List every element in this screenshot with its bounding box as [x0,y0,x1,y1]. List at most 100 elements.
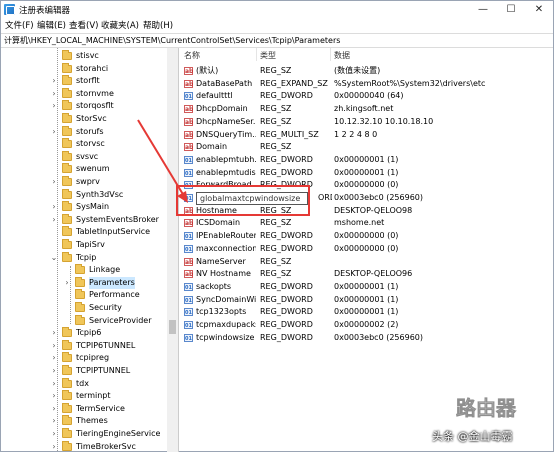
tree-item[interactable]: swenum [1,163,167,175]
tree-item[interactable]: Synth3dVsc [1,188,167,201]
tree-item-label: Synth3dVsc [76,189,124,199]
value-row[interactable]: ab ICSDomain REG_SZ mshome.net [180,217,553,229]
value-row[interactable]: 01 enablepmtubh... REG_DWORD 0x00000001 (1) [180,154,553,166]
value-name: tcp1323opts [196,307,247,317]
binary-value-icon: 01 [184,282,193,291]
value-row[interactable]: ab Domain REG_SZ [180,141,553,153]
value-row[interactable]: 01 tcp1323opts REG_DWORD 0x00000001 (1) [180,306,553,318]
maximize-button[interactable]: ☐ [497,1,525,18]
tree-item[interactable]: › TCPIP6TUNNEL [1,339,167,352]
column-separator[interactable] [330,48,331,61]
tree-item[interactable]: › tcpipreg [1,352,167,364]
tree-item[interactable]: › TimeBrokerSvc [1,440,167,452]
tree-item[interactable]: storvsc [1,138,167,150]
tree-item[interactable]: ServiceProvider [1,314,167,327]
value-row[interactable]: ab DataBasePath REG_EXPAND_SZ %SystemRoot%\… [180,78,553,90]
value-name: IPEnableRouter [196,231,256,241]
tree-item[interactable]: storahci [1,62,167,75]
value-name: NV Hostname [196,269,251,279]
value-name: tcpmaxdupacks [196,320,256,329]
column-separator[interactable] [256,48,257,61]
tree-item[interactable]: Performance [1,289,167,301]
value-row[interactable]: 01enablepmtudis... REG_DWORD 0x00000001 (1… [180,167,553,179]
tree-item[interactable]: › tdx [1,377,167,390]
tree-item[interactable]: › TCPIPTUNNEL [1,365,167,377]
close-button[interactable]: ✕ [525,1,553,18]
value-type: REG_DWORD [260,231,313,241]
value-row[interactable]: ab DNSQueryTim... REG_MULTI_SZ 1 2 2 4 8 0 [180,129,553,141]
column-header-type[interactable]: 类型 [260,50,276,61]
column-header-name[interactable]: 名称 [184,50,200,61]
value-row[interactable]: ab DhcpNameSer... REG_SZ 10.12.32.10 10.10.… [180,116,553,128]
value-row[interactable]: ab (默认) REG_SZ (数值未设置) [180,65,553,77]
tree-item[interactable]: Linkage [1,264,167,276]
tree-item-label: storahci [76,63,109,73]
folder-icon [75,289,85,300]
tree-item[interactable]: › swprv [1,176,167,188]
tree-item[interactable]: › stornvme [1,87,167,100]
value-type: REG_DWORD [260,154,313,164]
value-name: enablepmtubh... [196,154,256,164]
value-row[interactable]: 01maxconnection... REG_DWORD 0x00000000 (0… [180,243,553,255]
tree-scrollbar[interactable] [167,48,178,452]
tree-item-label: TCPIPTUNNEL [76,366,131,375]
tree-item[interactable]: › storqosflt [1,100,167,112]
tree-item[interactable]: TabletInputService [1,226,167,238]
tree-item[interactable]: › terminpt [1,390,167,402]
value-row[interactable]: 01 tcpwindowsize REG_DWORD 0x0003ebc0 (2569… [180,332,553,344]
tree-item[interactable]: › TieringEngineService [1,428,167,440]
tree-item[interactable]: ⌄ Tcpip [1,251,167,264]
menu-favorites[interactable]: 收藏夹(A) [101,19,139,31]
tree-item[interactable]: svsvc [1,150,167,163]
tree-item-label: SysMain [76,202,110,212]
menu-help[interactable]: 帮助(H) [143,19,173,31]
tree-scrollbar-thumb[interactable] [169,320,176,334]
folder-icon [62,75,72,86]
binary-value-icon: 01 [184,168,193,177]
value-type: REG_DWORD [260,281,313,291]
tree-item-label: stornvme [76,88,114,98]
tree-item[interactable]: › Parameters [1,276,167,289]
tree-item[interactable]: › SystemEventsBroker [1,213,167,226]
value-row[interactable]: 01 sackopts REG_DWORD 0x00000001 (1) [180,281,553,293]
value-data: 0x00000000 (0) [334,231,399,241]
tree-item-label: Themes [76,416,108,426]
tree-item[interactable]: TapiSrv [1,239,167,251]
value-type: ORD [318,193,332,202]
tree-item[interactable]: › storflt [1,75,167,87]
menu-file[interactable]: 文件(F) [5,19,34,31]
column-header-data[interactable]: 数据 [334,50,350,61]
value-row[interactable]: ab NV Hostname REG_SZ DESKTOP-QELOO96 [180,268,553,280]
tree-item[interactable]: › Tcpip6 [1,327,167,339]
tree-item[interactable]: › TermService [1,402,167,415]
folder-icon [62,188,72,199]
value-type: REG_SZ [260,66,292,75]
tree-item[interactable]: Security [1,302,167,314]
value-row[interactable]: 01 IPEnableRouter REG_DWORD 0x00000000 (0) [180,230,553,242]
string-value-icon: ab [184,219,194,228]
value-row[interactable]: ab NameServer REG_SZ [180,256,553,268]
menu-view[interactable]: 查看(V) [69,19,98,31]
value-row[interactable]: 01SyncDomainWi... REG_DWORD 0x00000001 (1) [180,294,553,306]
value-name: sackopts [196,281,232,291]
menu-edit[interactable]: 编辑(E) [37,19,66,31]
folder-icon [75,276,85,287]
address-bar[interactable]: 计算机\HKEY_LOCAL_MACHINE\SYSTEM\CurrentCon… [1,33,553,48]
tree-item-label: Linkage [89,265,121,275]
minimize-button[interactable]: — [469,1,497,18]
tree-item[interactable]: › storufs [1,125,167,138]
folder-icon [75,314,85,325]
tree-item-label: swenum [76,164,110,174]
value-row[interactable]: 01 tcpmaxdupacks REG_DWORD 0x00000002 (2) [180,319,553,331]
tree-item[interactable]: StorSvc [1,113,167,125]
tree-item-label: TCPIP6TUNNEL [76,340,136,350]
value-data: 10.12.32.10 10.10.18.10 [334,116,434,126]
tree-item[interactable]: › Themes [1,415,167,427]
tree-item-label: Tcpip [76,252,97,262]
value-row[interactable]: 01 defaultttl REG_DWORD 0x00000040 (64) [180,90,553,102]
tree-item[interactable]: › SysMain [1,201,167,213]
tree-item[interactable]: stisvc [1,50,167,62]
string-value-icon: ab [184,79,194,88]
value-row[interactable]: ab DhcpDomain REG_SZ zh.kingsoft.net [180,103,553,115]
value-type: REG_SZ [260,269,292,279]
